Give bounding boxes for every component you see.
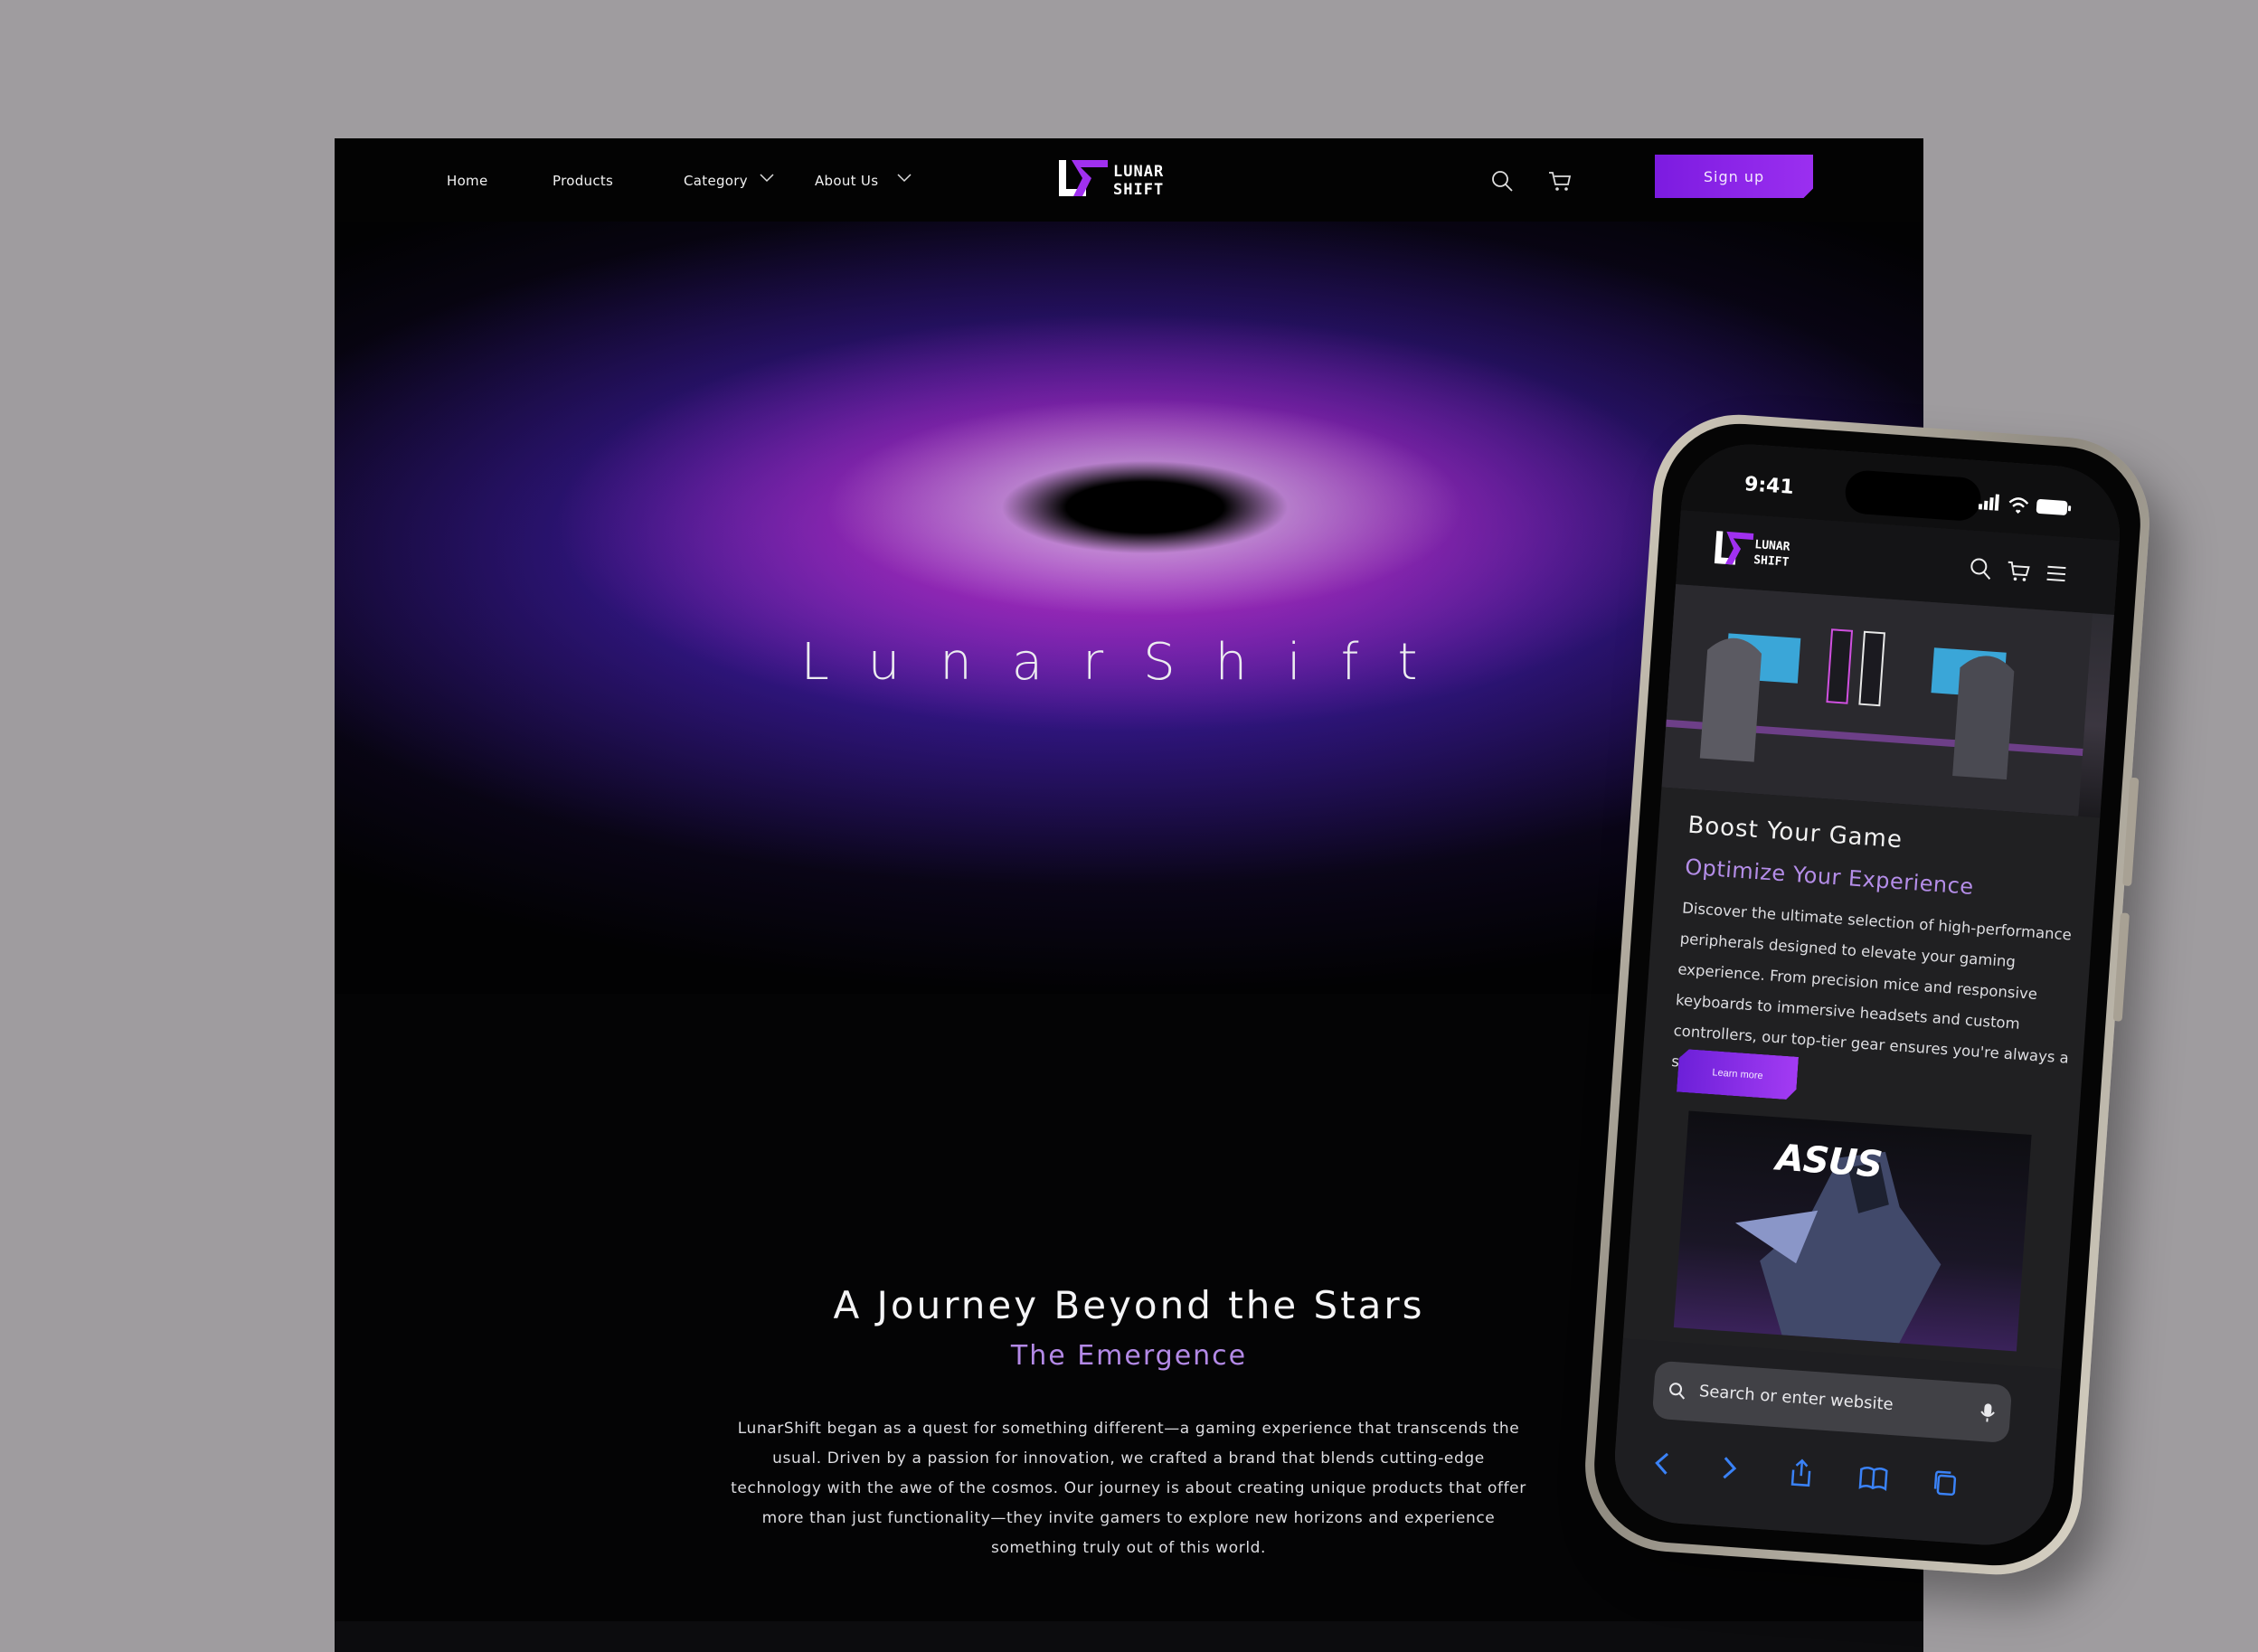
cart-icon[interactable]: [1546, 167, 1573, 194]
chevron-down-icon[interactable]: [897, 173, 912, 184]
phone-bezel: 9:41 LUNAR SHIFT Boost Your Game Optimiz…: [1589, 419, 2146, 1571]
asus-brand-text: ASUS: [1774, 1137, 1884, 1186]
back-arrow-icon[interactable]: [1646, 1447, 1678, 1479]
sign-up-button[interactable]: Sign up: [1655, 155, 1813, 198]
asus-product-card-image[interactable]: ASUS: [1673, 1110, 2032, 1352]
svg-text:SHIFT: SHIFT: [1113, 181, 1164, 199]
chevron-down-icon[interactable]: [760, 173, 774, 184]
gaming-setup-illustration: [1661, 584, 2093, 817]
lunarshift-logo[interactable]: LUNAR SHIFT: [1055, 156, 1200, 200]
address-placeholder: Search or enter website: [1698, 1382, 1894, 1415]
phone-screen: 9:41 LUNAR SHIFT Boost Your Game Optimiz…: [1610, 439, 2125, 1550]
nav-about-link[interactable]: About Us: [815, 173, 878, 189]
svg-text:LUNAR: LUNAR: [1113, 163, 1164, 181]
share-icon[interactable]: [1785, 1457, 1818, 1489]
microphone-icon[interactable]: [1976, 1402, 1999, 1425]
learn-more-button[interactable]: Learn more: [1677, 1049, 1799, 1100]
lunarshift-logo[interactable]: LUNAR SHIFT: [1712, 527, 1823, 574]
dynamic-island: [1844, 469, 1983, 523]
tabs-icon[interactable]: [1929, 1467, 1961, 1499]
forward-arrow-icon[interactable]: [1713, 1451, 1745, 1484]
boost-heading: Boost Your Game: [1686, 811, 1904, 854]
boost-subheading: Optimize Your Experience: [1684, 854, 1975, 900]
menu-icon[interactable]: [2042, 559, 2071, 588]
bookmarks-icon[interactable]: [1857, 1462, 1890, 1495]
address-bar[interactable]: Search or enter website: [1651, 1360, 2013, 1444]
browser-toolbar: Search or enter website: [1610, 1338, 2062, 1550]
top-navbar: Home Products Category About Us LUNAR SH…: [335, 138, 1923, 222]
svg-text:SHIFT: SHIFT: [1753, 553, 1790, 570]
story-body-text: LunarShift began as a quest for somethin…: [731, 1420, 1526, 1557]
gaming-setup-image: [1661, 584, 2114, 818]
status-time: 9:41: [1743, 473, 1795, 499]
phone-mockup: 9:41 LUNAR SHIFT Boost Your Game Optimiz…: [1579, 409, 2156, 1581]
cart-icon[interactable]: [2004, 557, 2033, 586]
status-icons: [1978, 494, 2072, 515]
nav-home-link[interactable]: Home: [447, 173, 488, 189]
svg-text:LUNAR: LUNAR: [1754, 538, 1790, 554]
search-icon[interactable]: [1488, 167, 1516, 194]
footer-strip: [335, 1621, 1923, 1652]
nav-products-link[interactable]: Products: [553, 173, 613, 189]
nav-category-link[interactable]: Category: [684, 173, 748, 189]
search-icon[interactable]: [1966, 554, 1995, 583]
search-icon: [1669, 1383, 1686, 1400]
